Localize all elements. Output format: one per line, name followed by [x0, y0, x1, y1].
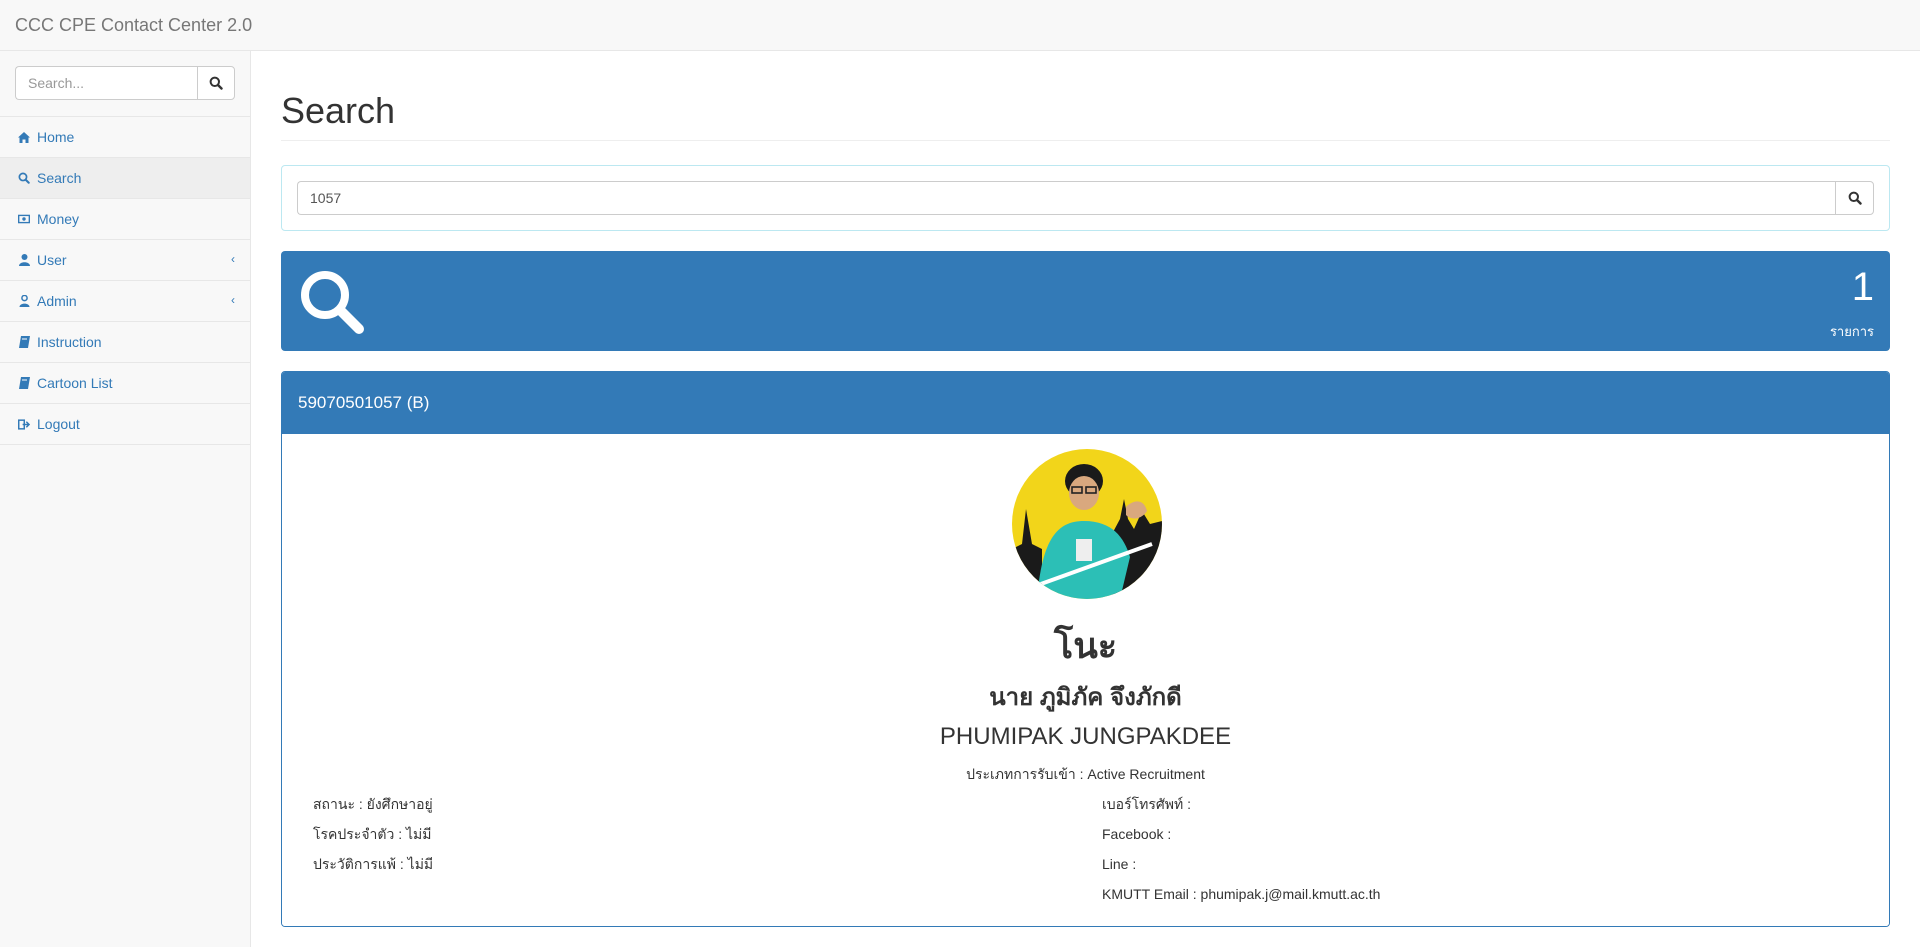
money-icon [18, 213, 30, 225]
sidebar-item-label: Home [37, 129, 75, 145]
student-facebook: Facebook : [1102, 825, 1172, 842]
student-allergy: ประวัติการแพ้ : ไม่มี [313, 855, 434, 872]
search-icon [18, 172, 30, 184]
admin-icon [18, 295, 30, 307]
avatar [1012, 448, 1162, 599]
sidebar-item-money[interactable]: Money [0, 199, 250, 240]
main-search-input[interactable] [297, 180, 1835, 215]
search-icon [209, 76, 223, 90]
sign-out-icon [18, 418, 30, 430]
sidebar-item-logout[interactable]: Logout [0, 404, 250, 445]
top-navbar: CCC CPE Contact Center 2.0 [0, 0, 1920, 51]
result-count-panel: 1 รายการ [281, 250, 1890, 351]
student-english-name: PHUMIPAK JUNGPAKDEE [939, 722, 1232, 750]
admission-type: ประเภทการรับเข้า : Active Recruitment [966, 765, 1205, 782]
chevron-left-icon: ‹ [231, 293, 235, 307]
student-nickname: โนะ [1053, 624, 1118, 666]
chevron-left-icon: ‹ [231, 252, 235, 266]
page-title: Search [281, 91, 1890, 141]
sidebar-item-admin[interactable]: Admin ‹ [0, 281, 250, 322]
student-disease: โรคประจำตัว : ไม่มี [313, 825, 432, 842]
sidebar: Home Search Money User ‹ Admin ‹ Instruc… [0, 51, 251, 947]
sidebar-search-button[interactable] [197, 66, 235, 100]
student-email: KMUTT Email : phumipak.j@mail.kmutt.ac.t… [1102, 885, 1381, 902]
student-thai-name: นาย ภูมิภัค จึงภักดี [989, 683, 1182, 711]
student-info-right: เบอร์โทรศัพท์ : Facebook : Line : KMUTT … [1102, 794, 1380, 914]
sidebar-item-label: User [37, 252, 67, 268]
student-phone: เบอร์โทรศัพท์ : [1102, 795, 1191, 812]
main-content: Search 1 รายการ 59070501057 (B) [251, 51, 1920, 947]
user-icon [18, 254, 30, 266]
brand-link[interactable]: CCC CPE Contact Center 2.0 [15, 15, 252, 35]
student-result-card: 59070501057 (B) โนะ นาย ภูมิภัค จึงภักดี… [281, 370, 1890, 927]
sidebar-search-input[interactable] [15, 66, 197, 100]
search-icon [301, 270, 364, 334]
student-status: สถานะ : ยังศึกษาอยู่ [313, 795, 433, 812]
sidebar-item-search[interactable]: Search [0, 158, 250, 199]
main-search-button[interactable] [1835, 180, 1874, 215]
sidebar-item-instruction[interactable]: Instruction [0, 322, 250, 363]
student-profile: โนะ นาย ภูมิภัค จึงภักดี PHUMIPAK JUNGPA… [282, 433, 1889, 926]
student-line: Line : [1102, 855, 1137, 872]
home-icon [18, 131, 30, 143]
sidebar-search [0, 51, 250, 117]
student-info-left: สถานะ : ยังศึกษาอยู่ โรคประจำตัว : ไม่มี… [313, 794, 433, 884]
search-icon [1848, 191, 1862, 205]
sidebar-item-cartoon-list[interactable]: Cartoon List [0, 363, 250, 404]
sidebar-item-label: Instruction [37, 334, 102, 350]
sidebar-item-label: Money [37, 211, 80, 227]
result-count-label: รายการ [1829, 323, 1874, 339]
book-icon [18, 377, 30, 389]
student-id-header: 59070501057 (B) [282, 371, 1889, 434]
sidebar-item-user[interactable]: User ‹ [0, 240, 250, 281]
sidebar-item-label: Search [37, 170, 82, 186]
sidebar-item-label: Admin [37, 293, 77, 309]
book-icon [18, 336, 30, 348]
main-search-well [281, 164, 1890, 231]
sidebar-item-label: Logout [37, 416, 80, 432]
result-count: 1 [1851, 264, 1874, 309]
sidebar-item-label: Cartoon List [37, 375, 113, 391]
sidebar-item-home[interactable]: Home [0, 117, 250, 158]
